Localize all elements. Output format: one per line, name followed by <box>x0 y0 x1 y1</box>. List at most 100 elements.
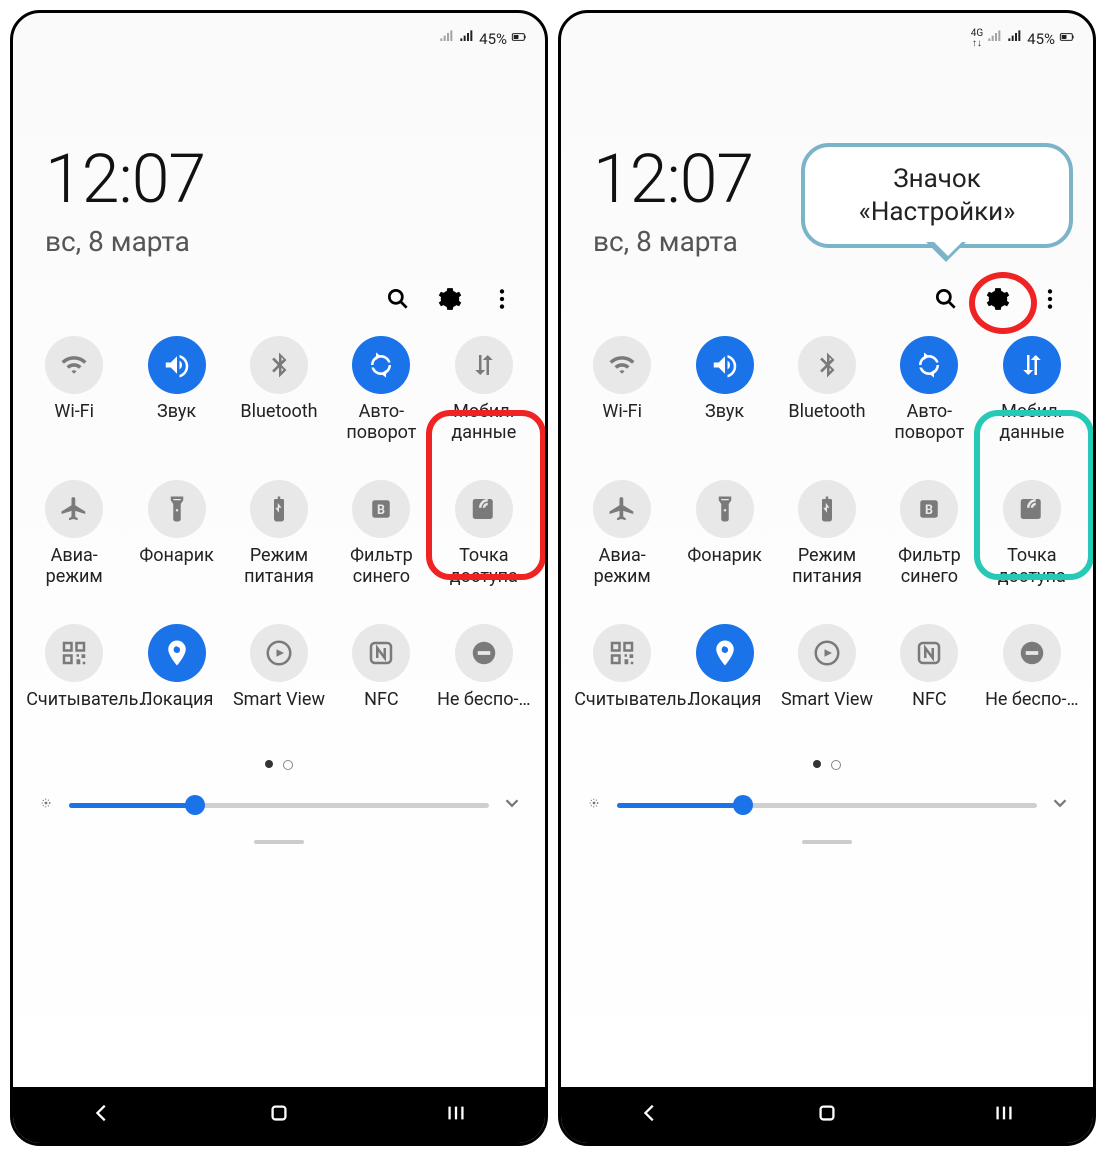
qs-tile[interactable]: Мобил. данные <box>433 336 535 444</box>
search-icon[interactable] <box>385 286 411 312</box>
qs-tile[interactable]: Звук <box>125 336 227 444</box>
qs-tile-label: Авто-поворот <box>333 402 429 444</box>
qs-tile[interactable]: Bluetooth <box>228 336 330 444</box>
bluetooth-icon[interactable] <box>798 336 856 394</box>
search-icon[interactable] <box>933 286 959 312</box>
dot-inactive <box>283 760 293 770</box>
signal-icon <box>987 29 1003 49</box>
bluefilter-icon[interactable] <box>352 480 410 538</box>
dnd-icon[interactable] <box>1003 624 1061 682</box>
qs-tile-label: Фонарик <box>677 546 773 588</box>
smartview-icon[interactable] <box>798 624 856 682</box>
rotate-icon[interactable] <box>900 336 958 394</box>
qr-icon[interactable] <box>45 624 103 682</box>
sound-icon[interactable] <box>148 336 206 394</box>
home-button[interactable] <box>816 1102 838 1128</box>
qs-tile[interactable]: Фонарик <box>125 480 227 588</box>
brightness-slider[interactable] <box>69 803 489 808</box>
sound-icon[interactable] <box>696 336 754 394</box>
recents-button[interactable] <box>993 1102 1015 1128</box>
airplane-icon[interactable] <box>45 480 103 538</box>
page-dots[interactable] <box>561 760 1093 770</box>
qs-tile[interactable]: Не беспо-… <box>433 624 535 732</box>
battery-icon <box>511 29 527 49</box>
qs-tile-label: Авиа-режим <box>574 546 670 588</box>
qs-tile[interactable]: Считыватель… <box>571 624 673 732</box>
brightness-icon <box>35 792 57 818</box>
qs-tile[interactable]: Режим питания <box>228 480 330 588</box>
qs-tile-label: Считыватель… <box>26 690 122 732</box>
hotspot-icon[interactable] <box>455 480 513 538</box>
rotate-icon[interactable] <box>352 336 410 394</box>
qs-tile[interactable]: Smart View <box>776 624 878 732</box>
qs-tile-label: Фонарик <box>129 546 225 588</box>
signal-icon <box>1007 29 1023 49</box>
battery-icon[interactable] <box>250 480 308 538</box>
qr-icon[interactable] <box>593 624 651 682</box>
location-icon[interactable] <box>148 624 206 682</box>
qs-tile[interactable]: NFC <box>330 624 432 732</box>
bluefilter-icon[interactable] <box>900 480 958 538</box>
nfc-icon[interactable] <box>352 624 410 682</box>
smartview-icon[interactable] <box>250 624 308 682</box>
qs-tile[interactable]: Режим питания <box>776 480 878 588</box>
bluetooth-icon[interactable] <box>250 336 308 394</box>
wifi-icon[interactable] <box>45 336 103 394</box>
qs-tile[interactable]: Авиа-режим <box>23 480 125 588</box>
qs-tile[interactable]: Локация <box>125 624 227 732</box>
dnd-icon[interactable] <box>455 624 513 682</box>
qs-tile[interactable]: Smart View <box>228 624 330 732</box>
qs-tile[interactable]: NFC <box>878 624 980 732</box>
qs-tile-label: Фильтр синего <box>333 546 429 588</box>
recents-button[interactable] <box>445 1102 467 1128</box>
qs-tile[interactable]: Фонарик <box>673 480 775 588</box>
drag-handle[interactable] <box>802 840 852 844</box>
data-icon[interactable] <box>455 336 513 394</box>
gear-icon[interactable] <box>437 286 463 312</box>
qs-tile[interactable]: Считыватель… <box>23 624 125 732</box>
battery-text: 45% <box>479 30 507 48</box>
qs-tile[interactable]: Авто-поворот <box>330 336 432 444</box>
quick-settings-grid: Wi-Fi Звук Bluetooth Авто-поворот Мобил.… <box>13 322 545 732</box>
qs-tile[interactable]: Фильтр синего <box>330 480 432 588</box>
data-icon[interactable] <box>1003 336 1061 394</box>
chevron-down-icon[interactable] <box>501 792 523 818</box>
qs-tile-label: Авиа-режим <box>26 546 122 588</box>
qs-tile[interactable]: Фильтр синего <box>878 480 980 588</box>
qs-tile[interactable]: Локация <box>673 624 775 732</box>
qs-tile[interactable]: Wi-Fi <box>571 336 673 444</box>
flashlight-icon[interactable] <box>696 480 754 538</box>
more-icon[interactable] <box>1037 286 1063 312</box>
qs-tile[interactable]: Мобил. данные <box>981 336 1083 444</box>
qs-tile[interactable]: Авиа-режим <box>571 480 673 588</box>
qs-tile[interactable]: Авто-поворот <box>878 336 980 444</box>
chevron-down-icon[interactable] <box>1049 792 1071 818</box>
wifi-icon[interactable] <box>593 336 651 394</box>
flashlight-icon[interactable] <box>148 480 206 538</box>
battery-icon[interactable] <box>798 480 856 538</box>
qs-tile[interactable]: Точка доступа <box>433 480 535 588</box>
brightness-slider[interactable] <box>617 803 1037 808</box>
panel-actions <box>561 258 1093 322</box>
phone-screen: 45% 12:07 вс, 8 марта Wi-Fi Звук Bluetoo… <box>10 10 548 1146</box>
hotspot-icon[interactable] <box>1003 480 1061 538</box>
page-dots[interactable] <box>13 760 545 770</box>
more-icon[interactable] <box>489 286 515 312</box>
qs-tile[interactable]: Не беспо-… <box>981 624 1083 732</box>
qs-tile[interactable]: Bluetooth <box>776 336 878 444</box>
network-4g-icon: 4G↑↓ <box>971 29 983 49</box>
qs-tile[interactable]: Wi-Fi <box>23 336 125 444</box>
qs-tile-label: Локация <box>129 690 225 732</box>
qs-tile-label: Авто-поворот <box>881 402 977 444</box>
drag-handle[interactable] <box>254 840 304 844</box>
location-icon[interactable] <box>696 624 754 682</box>
back-button[interactable] <box>91 1102 113 1128</box>
back-button[interactable] <box>639 1102 661 1128</box>
status-bar: 45% <box>13 13 545 59</box>
nfc-icon[interactable] <box>900 624 958 682</box>
qs-tile[interactable]: Точка доступа <box>981 480 1083 588</box>
gear-icon[interactable] <box>985 286 1011 312</box>
qs-tile[interactable]: Звук <box>673 336 775 444</box>
home-button[interactable] <box>268 1102 290 1128</box>
airplane-icon[interactable] <box>593 480 651 538</box>
